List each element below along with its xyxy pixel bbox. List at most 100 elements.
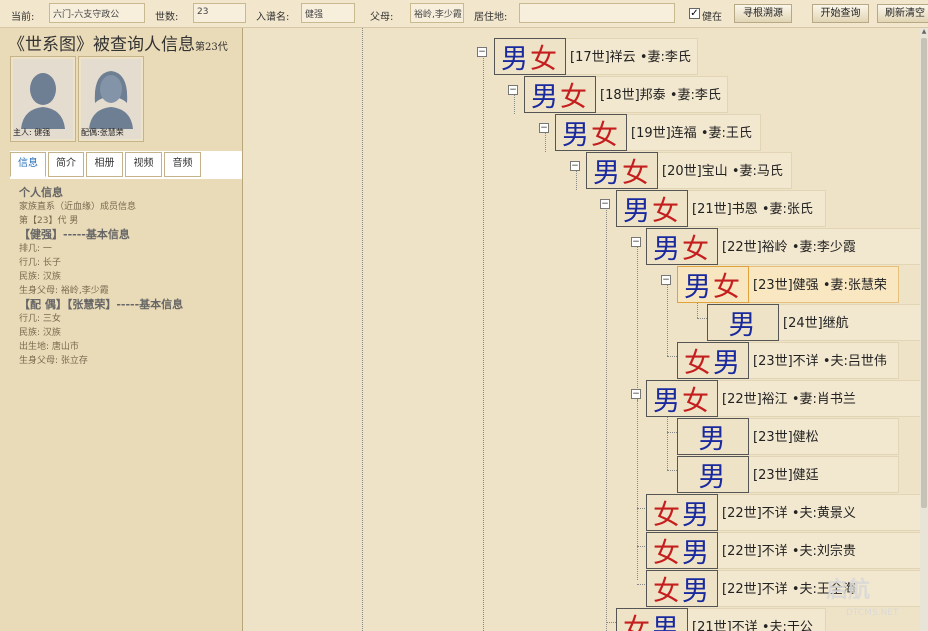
tree-node[interactable]: 男女 [19世]连福 •妻:王氏 bbox=[555, 114, 761, 151]
toolbar: 当前: 六门-六支守政公 世数: 23 入谱名: 健强 父母: 裕岭,李少霞 居… bbox=[0, 0, 928, 28]
tree-node-label: [22世]不详 •夫:王全海 bbox=[718, 570, 920, 607]
tree-node[interactable]: 男 [23世]健廷 bbox=[677, 456, 899, 493]
tree-vertical-line bbox=[637, 246, 638, 580]
tree-node[interactable]: 男女 [18世]邦泰 •妻:李氏 bbox=[524, 76, 728, 113]
collapse-toggle-icon[interactable]: − bbox=[661, 275, 671, 285]
generation-input[interactable]: 23 bbox=[193, 3, 246, 23]
tab-video[interactable]: 视频 bbox=[125, 152, 162, 177]
gender-box[interactable]: 女男 bbox=[616, 608, 688, 631]
gender-box[interactable]: 男女 bbox=[494, 38, 566, 75]
gender-box[interactable]: 男 bbox=[677, 456, 749, 493]
collapse-toggle-icon[interactable]: − bbox=[508, 85, 518, 95]
scroll-up-icon[interactable]: ▲ bbox=[920, 28, 928, 36]
tree-node[interactable]: 女男 [23世]不详 •夫:吕世伟 bbox=[677, 342, 899, 379]
tree-node-label: [23世]不详 •夫:吕世伟 bbox=[749, 342, 899, 379]
tree-vertical-line bbox=[545, 132, 546, 152]
tree-node[interactable]: 女男 [21世]不详 •夫:于公 bbox=[616, 608, 826, 631]
gender-box[interactable]: 男女 bbox=[555, 114, 627, 151]
tree-node[interactable]: 男女 [22世]裕岭 •妻:李少霞 bbox=[646, 228, 920, 265]
gender-box[interactable]: 女男 bbox=[646, 532, 718, 569]
tree-vertical-line bbox=[606, 208, 607, 631]
tab-album[interactable]: 相册 bbox=[86, 152, 123, 177]
tree-node[interactable]: 男 [24世]继航 bbox=[707, 304, 920, 341]
gender-box[interactable]: 男女 bbox=[616, 190, 688, 227]
tree-node-label: [20世]宝山 •妻:马氏 bbox=[658, 152, 792, 189]
gender-box[interactable]: 男女 bbox=[677, 266, 749, 303]
male-glyph: 男 bbox=[698, 462, 728, 493]
gender-box[interactable]: 男 bbox=[707, 304, 779, 341]
tree-node-label: [23世]健松 bbox=[749, 418, 899, 455]
collapse-toggle-icon[interactable]: − bbox=[631, 389, 641, 399]
alive-checkbox[interactable]: ✓ bbox=[689, 8, 700, 19]
residence-label: 居住地: bbox=[474, 12, 508, 23]
tree-vertical-line bbox=[576, 170, 577, 190]
name-input[interactable]: 健强 bbox=[301, 3, 355, 23]
tree-node-label: [22世]不详 •夫:刘宗贵 bbox=[718, 532, 920, 569]
refresh-button[interactable]: 刷新清空 bbox=[877, 4, 928, 23]
collapse-toggle-icon[interactable]: − bbox=[477, 47, 487, 57]
residence-input[interactable] bbox=[519, 3, 675, 23]
generation-label: 世数: bbox=[155, 12, 179, 23]
tab-audio[interactable]: 音频 bbox=[164, 152, 201, 177]
tree-node[interactable]: 男女 [21世]书恩 •妻:张氏 bbox=[616, 190, 826, 227]
tree-horizontal-line bbox=[667, 356, 677, 357]
male-glyph: 男 bbox=[531, 82, 560, 113]
tree-node[interactable]: 男女 [23世]健强 •妻:张慧荣 bbox=[677, 266, 899, 303]
collapse-toggle-icon[interactable]: − bbox=[600, 199, 610, 209]
scroll-thumb[interactable] bbox=[921, 38, 927, 508]
tab-info[interactable]: 信息 bbox=[10, 152, 46, 177]
collapse-toggle-icon[interactable]: − bbox=[631, 237, 641, 247]
panel-title-text: 《世系图》被查询人信息 bbox=[8, 35, 195, 55]
tree-node[interactable]: 男女 [17世]祥云 •妻:李氏 bbox=[494, 38, 698, 75]
male-glyph: 男 bbox=[682, 576, 711, 607]
male-glyph: 男 bbox=[623, 196, 652, 227]
vertical-scrollbar[interactable]: ▲ bbox=[920, 28, 928, 631]
tree-node-label: [17世]祥云 •妻:李氏 bbox=[566, 38, 698, 75]
gender-box[interactable]: 女男 bbox=[677, 342, 749, 379]
male-glyph: 男 bbox=[682, 538, 711, 569]
current-label: 当前: bbox=[11, 12, 35, 23]
info-line: 行几: 长子 bbox=[19, 258, 61, 268]
gender-box[interactable]: 男女 bbox=[646, 380, 718, 417]
tree-node[interactable]: 女男 [22世]不详 •夫:王全海 bbox=[646, 570, 920, 607]
tree-node[interactable]: 女男 [22世]不详 •夫:黄景义 bbox=[646, 494, 920, 531]
info-line: 排几: 一 bbox=[19, 244, 52, 254]
search-button[interactable]: 开始查询 bbox=[812, 4, 869, 23]
male-glyph: 男 bbox=[501, 44, 530, 75]
gender-box[interactable]: 男女 bbox=[646, 228, 718, 265]
tree-node-label: [22世]裕江 •妻:肖书兰 bbox=[718, 380, 920, 417]
female-glyph: 女 bbox=[653, 500, 682, 531]
tree-node[interactable]: 男女 [20世]宝山 •妻:马氏 bbox=[586, 152, 792, 189]
find-root-button[interactable]: 寻根溯源 bbox=[734, 4, 792, 23]
tree-node[interactable]: 男女 [22世]裕江 •妻:肖书兰 bbox=[646, 380, 920, 417]
collapse-toggle-icon[interactable]: − bbox=[570, 161, 580, 171]
female-glyph: 女 bbox=[530, 44, 559, 75]
collapse-toggle-icon[interactable]: − bbox=[539, 123, 549, 133]
male-glyph: 男 bbox=[713, 348, 742, 379]
gender-box[interactable]: 女男 bbox=[646, 494, 718, 531]
female-glyph: 女 bbox=[560, 82, 589, 113]
male-glyph: 男 bbox=[593, 158, 622, 189]
gender-box[interactable]: 男女 bbox=[524, 76, 596, 113]
tree-vertical-line bbox=[362, 28, 363, 631]
info-line: 行几: 三女 bbox=[19, 314, 61, 324]
tree-horizontal-line bbox=[697, 318, 707, 319]
tree-node[interactable]: 女男 [22世]不详 •夫:刘宗贵 bbox=[646, 532, 920, 569]
spouse-caption: 配偶:张慧荣 bbox=[81, 128, 124, 137]
male-glyph: 男 bbox=[684, 272, 713, 303]
name-label: 入谱名: bbox=[256, 12, 290, 23]
gender-box[interactable]: 男女 bbox=[586, 152, 658, 189]
gender-box[interactable]: 女男 bbox=[646, 570, 718, 607]
alive-label: 健在 bbox=[702, 12, 722, 23]
parents-label: 父母: bbox=[370, 12, 394, 23]
male-glyph: 男 bbox=[652, 614, 681, 631]
tab-intro[interactable]: 简介 bbox=[48, 152, 84, 177]
parents-input[interactable]: 裕岭,李少霞 bbox=[410, 3, 464, 23]
tree-horizontal-line bbox=[606, 622, 616, 623]
tree-node[interactable]: 男 [23世]健松 bbox=[677, 418, 899, 455]
gender-box[interactable]: 男 bbox=[677, 418, 749, 455]
panel-title-generation: 第23代 bbox=[195, 42, 228, 53]
current-input[interactable]: 六门-六支守政公 bbox=[49, 3, 145, 23]
tree-vertical-line bbox=[483, 56, 484, 631]
tree-node-label: [19世]连福 •妻:王氏 bbox=[627, 114, 761, 151]
